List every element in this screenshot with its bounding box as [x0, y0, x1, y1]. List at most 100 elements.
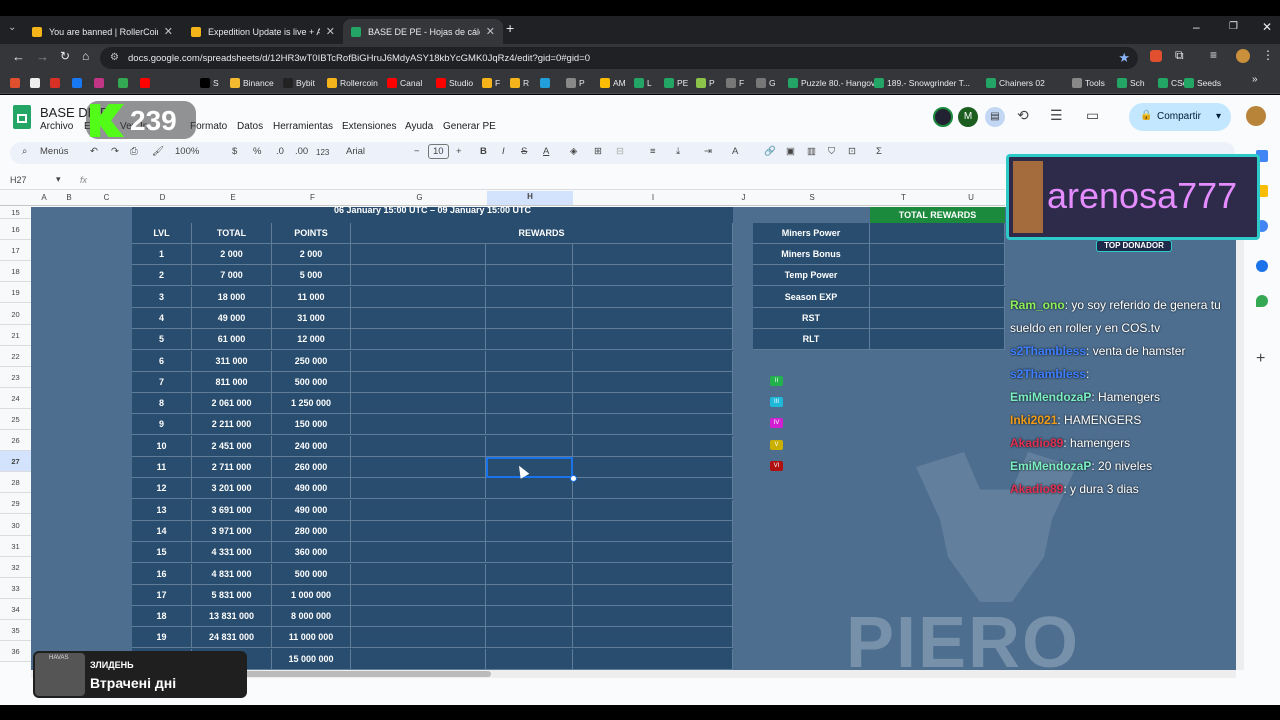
row-header[interactable]: 20 [0, 303, 31, 325]
reward-value-cell[interactable] [870, 286, 1005, 308]
filter-icon[interactable]: ⛉ [828, 146, 835, 157]
reward-value-cell[interactable] [870, 329, 1005, 350]
row-header[interactable]: 25 [0, 409, 31, 430]
bookmark-item[interactable]: P [566, 75, 585, 90]
bookmark-item[interactable] [10, 75, 23, 90]
reward-cell[interactable] [573, 478, 733, 500]
reward-cell[interactable] [351, 286, 486, 308]
bookmark-item[interactable] [72, 75, 85, 90]
browser-menu-icon[interactable]: ⋮ [1262, 48, 1274, 62]
more-bookmarks-icon[interactable]: » [1252, 74, 1258, 85]
row-header[interactable]: 36 [0, 641, 31, 663]
present-icon[interactable]: ▤ [985, 107, 1005, 127]
chat-username[interactable]: Akadio89 [1010, 482, 1063, 496]
row-header[interactable]: 22 [0, 345, 31, 367]
menu-item[interactable]: Generar PE [443, 121, 496, 132]
meet-icon[interactable]: ▭ [1086, 107, 1099, 124]
bookmark-item[interactable]: AM [600, 75, 626, 90]
column-header[interactable]: E [193, 193, 273, 202]
decrease-decimal-button[interactable]: .0 [276, 146, 284, 157]
reward-cell[interactable] [351, 414, 486, 436]
reward-cell[interactable] [351, 478, 486, 500]
restore-window-icon[interactable]: ❐ [1229, 21, 1238, 32]
bookmark-item[interactable]: 189.- Snowgrinder T... [874, 75, 970, 90]
bookmark-item[interactable] [30, 75, 43, 90]
insert-comment-icon[interactable]: ▣ [786, 146, 795, 157]
bookmark-item[interactable] [118, 75, 131, 90]
font-select[interactable]: Arial [346, 146, 365, 157]
row-header[interactable]: 31 [0, 535, 31, 557]
reward-cell[interactable] [351, 457, 486, 478]
row-header[interactable]: 28 [0, 472, 31, 494]
reward-cell[interactable] [573, 627, 733, 649]
currency-format-button[interactable]: $ [232, 146, 237, 157]
undo-icon[interactable]: ↶ [90, 146, 98, 157]
name-box-dropdown-icon[interactable]: ▾ [56, 174, 61, 185]
reward-cell[interactable] [486, 606, 573, 628]
reward-cell[interactable] [573, 542, 733, 564]
reward-value-cell[interactable] [870, 223, 1005, 244]
user-avatar[interactable] [1246, 106, 1266, 126]
row-header[interactable]: 21 [0, 324, 31, 346]
row-header[interactable]: 16 [0, 219, 31, 241]
close-tab-icon[interactable]: ✕ [326, 25, 335, 38]
bookmark-item[interactable]: Bybit [283, 75, 315, 90]
row-header[interactable]: 33 [0, 577, 31, 599]
bookmark-star-icon[interactable]: ★ [1118, 50, 1130, 66]
paint-format-icon[interactable]: 🖌 [152, 146, 164, 157]
bookmark-item[interactable]: R [510, 75, 529, 90]
bookmark-item[interactable] [94, 75, 107, 90]
reward-cell[interactable] [486, 307, 573, 329]
row-header[interactable]: 27 [0, 451, 31, 473]
reward-cell[interactable] [351, 329, 486, 351]
comments-icon[interactable]: ☰ [1050, 107, 1063, 124]
filter-views-icon[interactable]: ⊡ [848, 146, 856, 157]
number-format-button[interactable]: 123 [316, 148, 329, 157]
align-vertical-icon[interactable]: ⤓ [676, 146, 680, 157]
reward-cell[interactable] [486, 350, 573, 372]
reward-cell[interactable] [351, 542, 486, 564]
column-header[interactable]: S [754, 193, 870, 202]
browser-tab-2[interactable]: Expedition Update is live + Adv ✕ [183, 19, 343, 44]
increase-decimal-button[interactable]: .00 [295, 146, 308, 157]
collaborator-avatar[interactable] [933, 107, 953, 127]
profile-avatar[interactable] [1236, 49, 1250, 63]
bookmark-item[interactable]: S [200, 75, 219, 90]
bold-button[interactable]: B [480, 146, 487, 157]
text-wrap-icon[interactable]: ⇥ [704, 146, 712, 157]
reward-cell[interactable] [573, 393, 733, 415]
column-header[interactable]: H [487, 191, 573, 205]
reward-cell[interactable] [573, 584, 733, 606]
reward-cell[interactable] [573, 244, 733, 265]
close-window-icon[interactable]: ✕ [1262, 20, 1272, 34]
reward-cell[interactable] [351, 244, 486, 265]
reward-cell[interactable] [351, 499, 486, 521]
bookmark-item[interactable] [140, 75, 153, 90]
reward-cell[interactable] [573, 563, 733, 585]
reward-cell[interactable] [351, 435, 486, 457]
row-header[interactable]: 35 [0, 620, 31, 641]
search-menus-icon[interactable]: ⌕ [22, 146, 27, 157]
close-tab-icon[interactable]: ✕ [486, 25, 495, 38]
column-header[interactable]: B [57, 193, 81, 202]
reward-cell[interactable] [573, 307, 733, 329]
zoom-select[interactable]: 100% [175, 146, 199, 157]
forward-icon[interactable]: → [36, 49, 49, 64]
bookmark-item[interactable]: F [726, 75, 744, 90]
chevron-down-icon[interactable]: ▾ [1216, 111, 1221, 122]
row-header[interactable]: 26 [0, 430, 31, 452]
borders-icon[interactable]: ⊞ [594, 146, 602, 157]
row-header[interactable]: 19 [0, 282, 31, 304]
menu-item[interactable]: Extensiones [342, 121, 396, 132]
chat-username[interactable]: s2Thambless [1010, 367, 1086, 381]
reward-cell[interactable] [486, 520, 573, 542]
tab-search-chevron-icon[interactable]: ⌄ [8, 22, 16, 33]
close-tab-icon[interactable]: ✕ [164, 25, 173, 38]
bookmark-item[interactable]: Chainers 02 [986, 75, 1045, 90]
column-header[interactable]: G [352, 193, 487, 202]
percent-format-button[interactable]: % [253, 146, 261, 157]
reward-cell[interactable] [486, 393, 573, 415]
align-horizontal-icon[interactable]: ≡ [650, 146, 656, 157]
column-header[interactable]: D [132, 193, 193, 202]
reload-icon[interactable]: ↻ [60, 49, 70, 63]
